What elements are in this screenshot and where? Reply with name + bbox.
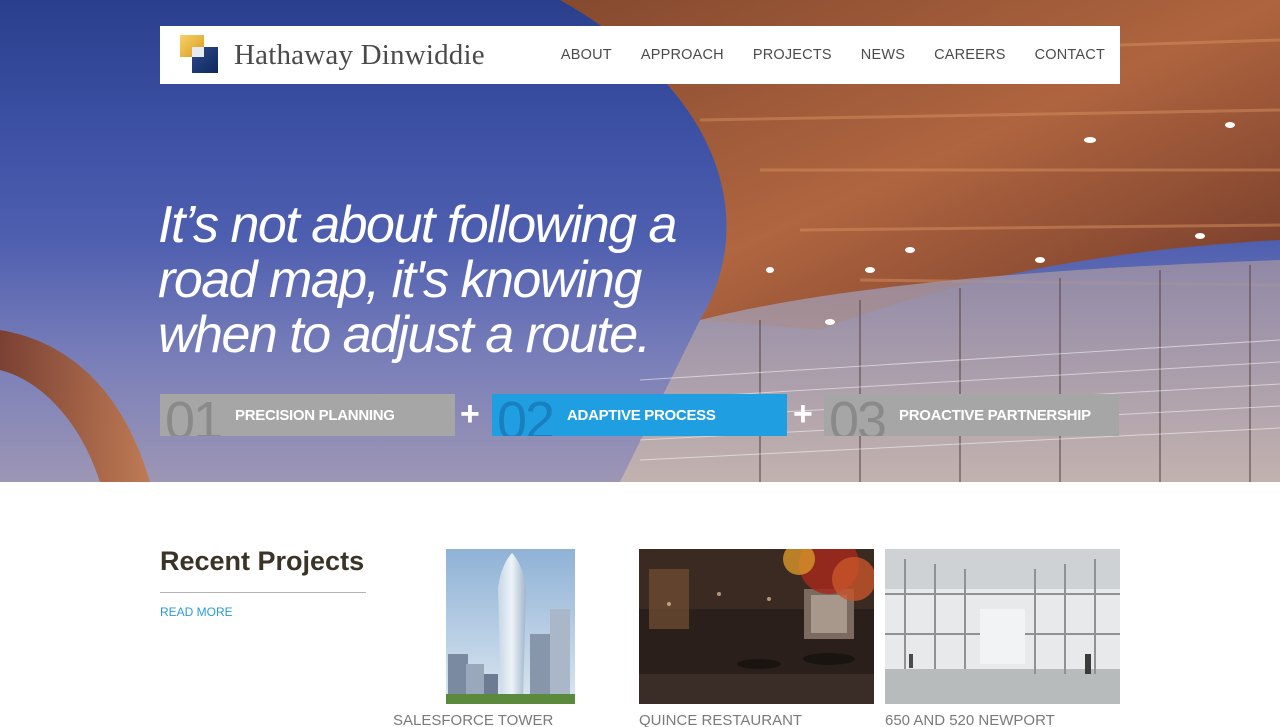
step-number: 02 xyxy=(497,394,555,436)
tagline-line-1: It’s not about following a xyxy=(158,196,677,254)
logo-mark-icon xyxy=(180,35,220,75)
tower-image xyxy=(446,549,575,704)
tagline-line-2: road map, it's knowing xyxy=(158,251,642,309)
plus-icon: + xyxy=(793,395,813,433)
step-adaptive-process[interactable]: 02 ADAPTIVE PROCESS xyxy=(492,394,787,436)
step-precision-planning[interactable]: 01 PRECISION PLANNING xyxy=(160,394,455,436)
logo-text: Hathaway Dinwiddie xyxy=(234,38,485,71)
step-number: 03 xyxy=(829,394,887,436)
project-caption[interactable]: SALESFORCE TOWER xyxy=(393,712,553,727)
restaurant-image xyxy=(639,549,874,704)
nav-news[interactable]: NEWS xyxy=(861,47,905,63)
hero-tagline: It’s not about following a road map, it'… xyxy=(158,198,778,363)
approach-steps: 01 PRECISION PLANNING + 02 ADAPTIVE PROC… xyxy=(160,394,1120,436)
nav-careers[interactable]: CAREERS xyxy=(934,47,1006,63)
heading-divider xyxy=(160,592,366,593)
project-thumbnail[interactable] xyxy=(885,549,1120,704)
site-logo[interactable]: Hathaway Dinwiddie xyxy=(180,35,485,75)
step-label: PRECISION PLANNING xyxy=(235,407,395,424)
step-proactive-partnership[interactable]: 03 PROACTIVE PARTNERSHIP xyxy=(824,394,1119,436)
hero-banner: Hathaway Dinwiddie ABOUT APPROACH PROJEC… xyxy=(0,0,1280,482)
interior-image xyxy=(885,549,1120,704)
nav-contact[interactable]: CONTACT xyxy=(1035,47,1105,63)
step-number: 01 xyxy=(165,394,223,436)
recent-projects-heading: Recent Projects xyxy=(160,546,365,576)
plus-icon: + xyxy=(460,395,480,433)
project-caption[interactable]: 650 AND 520 NEWPORT xyxy=(885,712,1055,727)
nav-projects[interactable]: PROJECTS xyxy=(753,47,832,63)
project-caption[interactable]: QUINCE RESTAURANT xyxy=(639,712,802,727)
project-thumbnail[interactable] xyxy=(446,549,575,704)
step-label: ADAPTIVE PROCESS xyxy=(567,407,716,424)
site-header: Hathaway Dinwiddie ABOUT APPROACH PROJEC… xyxy=(160,26,1120,84)
nav-approach[interactable]: APPROACH xyxy=(641,47,724,63)
main-nav: ABOUT APPROACH PROJECTS NEWS CAREERS CON… xyxy=(532,47,1105,63)
tagline-line-3: when to adjust a route. xyxy=(158,306,651,364)
step-label: PROACTIVE PARTNERSHIP xyxy=(899,407,1091,424)
project-thumbnail[interactable] xyxy=(639,549,874,704)
nav-about[interactable]: ABOUT xyxy=(561,47,612,63)
read-more-link[interactable]: READ MORE xyxy=(160,605,233,619)
